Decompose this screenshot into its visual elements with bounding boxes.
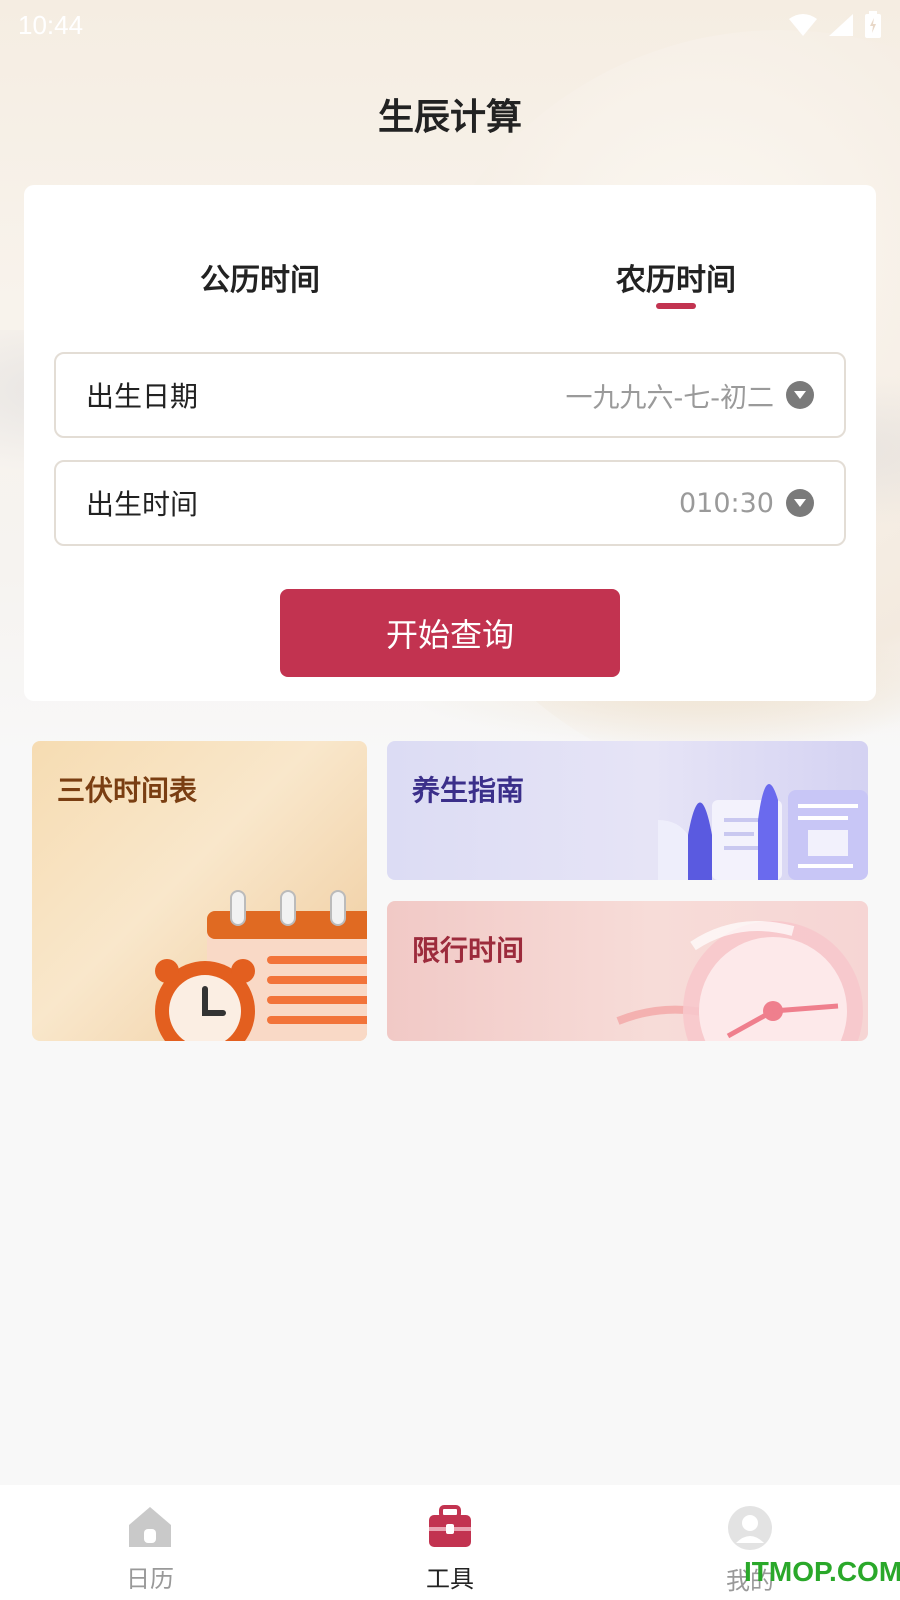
birth-calc-card: 公历时间 农历时间 出生日期 一九九六-七-初二 出生时间 010:30 开始查… (24, 185, 876, 701)
tab-solar-label: 公历时间 (200, 263, 320, 298)
status-icons (788, 11, 882, 39)
calendar-tabs: 公历时间 农历时间 (24, 255, 876, 315)
tile-health-guide[interactable]: 养生指南 (387, 741, 868, 880)
nav-tools[interactable]: 工具 (300, 1485, 600, 1600)
tile-traffic-title: 限行时间 (412, 934, 525, 967)
tab-lunar-label: 农历时间 (616, 263, 736, 298)
calendar-clock-icon (155, 890, 367, 1041)
nav-calendar-label: 日历 (126, 1565, 174, 1593)
birth-date-selector[interactable]: 出生日期 一九九六-七-初二 (54, 352, 846, 438)
birth-time-label: 出生时间 (86, 488, 199, 521)
wifi-icon (788, 13, 818, 37)
tile-sanfu-schedule[interactable]: 三伏时间表 (32, 741, 367, 1041)
signal-icon (828, 13, 854, 37)
birth-time-value: 010:30 (679, 487, 774, 519)
birth-date-label: 出生日期 (86, 380, 199, 413)
birth-date-value: 一九九六-七-初二 (565, 382, 775, 414)
tab-solar-time[interactable]: 公历时间 (160, 255, 360, 299)
active-tab-indicator (656, 303, 696, 309)
tile-traffic-limit[interactable]: 限行时间 (387, 901, 868, 1041)
chevron-down-icon (786, 381, 814, 409)
tile-health-title: 养生指南 (412, 774, 525, 807)
profile-icon (727, 1505, 773, 1555)
status-bar: 10:44 (0, 0, 900, 50)
nav-tools-label: 工具 (426, 1565, 474, 1593)
tile-sanfu-title: 三伏时间表 (57, 774, 198, 807)
tab-lunar-time[interactable]: 农历时间 (576, 255, 776, 309)
start-query-button[interactable]: 开始查询 (280, 589, 620, 677)
page-title: 生辰计算 (377, 97, 522, 138)
watermark: ITMOP.COM (744, 1556, 900, 1587)
stopwatch-icon (616, 921, 863, 1041)
nav-calendar[interactable]: 日历 (0, 1485, 300, 1600)
document-chart-icon (658, 784, 868, 880)
status-time: 10:44 (18, 9, 84, 40)
birth-time-selector[interactable]: 出生时间 010:30 (54, 460, 846, 546)
chevron-down-icon (786, 489, 814, 517)
battery-icon (864, 11, 882, 39)
home-icon (127, 1505, 173, 1553)
toolbox-icon (427, 1505, 473, 1553)
